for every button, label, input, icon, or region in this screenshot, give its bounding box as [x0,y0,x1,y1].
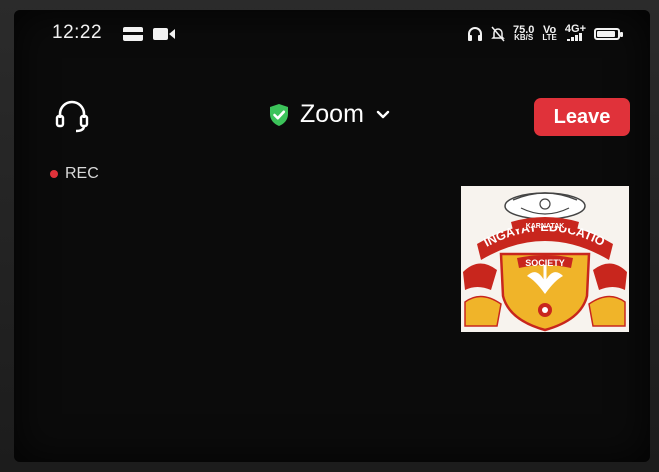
meeting-title: Zoom [300,100,364,128]
network-speed-unit: KB/S [514,33,534,42]
battery-icon [594,28,623,40]
headphones-status-icon [467,27,482,41]
signal-label: 4G+ [564,23,586,35]
notification-card-icon [123,27,143,41]
photo-frame: 12:22 75.0 KB/S Vo LTE 4G+ Zoom Leave RE… [0,0,659,472]
status-time: 12:22 [52,22,103,43]
volte-indicator: Vo LTE [542,25,557,42]
recording-label: REC [65,165,99,182]
participant-video-tile[interactable]: LINGAYAT EDUCATION KARNATAK SOCIETY [461,186,629,332]
battery-level [597,31,615,37]
signal-indicator: 4G+ [564,23,586,43]
headset-icon[interactable] [52,96,92,136]
bell-muted-icon [491,26,505,42]
leave-button[interactable]: Leave [534,98,630,136]
society-logo: LINGAYAT EDUCATION KARNATAK SOCIETY [461,186,629,332]
video-camera-icon [153,28,175,40]
recording-dot [50,170,58,178]
zoom-meeting-screen: 12:22 75.0 KB/S Vo LTE 4G+ Zoom Leave RE… [14,10,650,462]
recording-indicator: REC [50,165,99,183]
network-speed: 75.0 KB/S [513,25,534,42]
chevron-down-icon [376,110,390,118]
status-bar: 12:22 75.0 KB/S Vo LTE 4G+ [14,10,650,56]
logo-text-line3: SOCIETY [525,258,565,268]
volte-sub: LTE [542,33,557,42]
meeting-title-dropdown[interactable]: Zoom [268,100,390,129]
shield-check-icon [270,103,288,126]
status-right-icons: 75.0 KB/S Vo LTE 4G+ [467,22,623,46]
logo-text-line1: KARNATAK [526,223,565,230]
signal-bars-icon [567,33,583,41]
